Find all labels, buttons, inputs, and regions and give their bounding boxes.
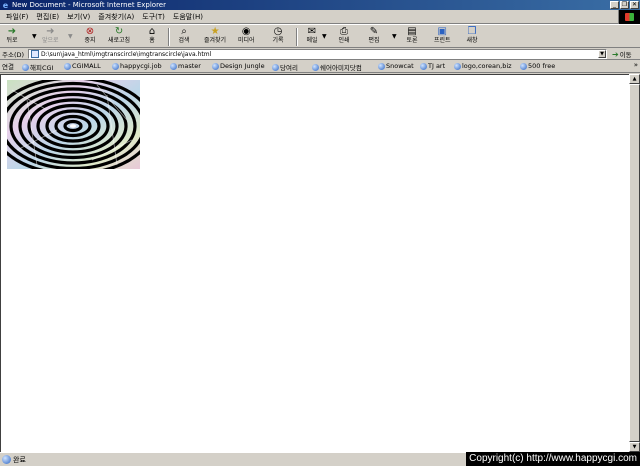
- link-page-icon: [22, 63, 29, 71]
- menu-view[interactable]: 보기(V): [63, 12, 94, 22]
- home-button[interactable]: ⌂ 홈: [146, 26, 158, 48]
- print-icon: ⎙: [340, 26, 348, 37]
- history-icon: ◷: [273, 26, 283, 37]
- search-button[interactable]: ⌕ 검색: [178, 26, 190, 48]
- standard-toolbar: ➜ 뒤로 ▼ ➜ 앞으로 ▼ ⊗ 중지 ↻ 새로고침 ⌂ 홈 ⌕ 검색 ★ 즐겨…: [0, 24, 640, 48]
- go-button[interactable]: ➔ 이동: [612, 49, 632, 60]
- link-page-icon: [378, 62, 385, 70]
- minimize-button[interactable]: _: [610, 1, 619, 9]
- link-item[interactable]: happycgi.job: [112, 62, 162, 70]
- toolbar-separator: [168, 28, 170, 46]
- link-page-icon: [64, 62, 71, 70]
- address-dropdown-icon[interactable]: ▼: [598, 50, 606, 58]
- windows-logo-icon: [618, 10, 640, 24]
- scroll-down-arrow-icon[interactable]: ▼: [629, 442, 640, 452]
- links-bar: 연결 해피CGI CGIMALL happycgi.job master Des…: [0, 60, 640, 73]
- menu-file[interactable]: 파일(F): [2, 12, 32, 22]
- link-page-icon: [272, 63, 279, 71]
- back-arrow-icon: ➜: [7, 26, 17, 37]
- menu-tools[interactable]: 도구(T): [138, 12, 169, 22]
- mail-button[interactable]: ✉ 메일: [306, 26, 318, 48]
- link-page-icon: [212, 62, 219, 70]
- links-chevron-icon[interactable]: »: [634, 61, 638, 69]
- restore-button[interactable]: ❐: [620, 1, 629, 9]
- refresh-icon: ↻: [114, 26, 124, 37]
- go-label: 이동: [619, 51, 632, 59]
- page-icon: [31, 50, 39, 58]
- home-icon: ⌂: [148, 26, 156, 37]
- link-item[interactable]: 당여리: [272, 62, 298, 72]
- address-input[interactable]: D:\sun\java_html\imgtranscircle\imgtrans…: [28, 49, 607, 59]
- link-item[interactable]: 해피CGI: [22, 62, 53, 72]
- link-item[interactable]: CGIMALL: [64, 62, 101, 70]
- menu-bar: 파일(F) 편집(E) 보기(V) 즐겨찾기(A) 도구(T) 도움말(H): [0, 10, 640, 24]
- history-button[interactable]: ◷ 기록: [272, 26, 284, 48]
- link-page-icon: [170, 62, 177, 70]
- new-window-button[interactable]: ❒ 새창: [466, 26, 478, 48]
- toolbar-separator: [296, 28, 298, 46]
- window-controls: _ ❐ ✕: [610, 1, 639, 9]
- media-button[interactable]: ◉ 미디어: [238, 26, 255, 48]
- address-label: 주소(D): [2, 50, 25, 59]
- stop-button[interactable]: ⊗ 중지: [84, 26, 96, 48]
- menu-favorites[interactable]: 즐겨찾기(A): [94, 12, 138, 22]
- new-window-icon: ❒: [467, 26, 477, 37]
- window-title: New Document - Microsoft Internet Explor…: [12, 0, 166, 9]
- vertical-scrollbar[interactable]: ▲ ▼: [629, 74, 640, 452]
- link-item[interactable]: Snowcat: [378, 62, 414, 70]
- copyright-banner: Copyright(c) http://www.happycgi.com: [466, 452, 640, 466]
- forward-arrow-icon: ➜: [46, 26, 55, 37]
- link-item[interactable]: logo,corean,biz: [454, 62, 512, 70]
- link-item[interactable]: 쉐어아미지닷컴: [312, 62, 362, 72]
- address-url[interactable]: D:\sun\java_html\imgtranscircle\imgtrans…: [41, 51, 211, 58]
- scrollbar-thumb[interactable]: [629, 84, 640, 442]
- link-item[interactable]: master: [170, 62, 201, 70]
- link-item[interactable]: 500 free: [520, 62, 555, 70]
- search-icon: ⌕: [181, 26, 187, 37]
- links-label: 연결: [2, 63, 14, 71]
- link-item[interactable]: TJ art: [420, 62, 445, 70]
- go-arrow-icon: ➔: [612, 49, 619, 59]
- printer-icon: ▣: [437, 26, 447, 37]
- favorites-icon: ★: [210, 26, 220, 37]
- refresh-button[interactable]: ↻ 새로고침: [108, 26, 130, 48]
- scroll-up-arrow-icon[interactable]: ▲: [629, 74, 640, 84]
- favorites-button[interactable]: ★ 즐겨찾기: [204, 26, 226, 48]
- link-page-icon: [420, 62, 427, 70]
- link-item[interactable]: Design Jungle: [212, 62, 265, 70]
- address-bar: 주소(D) D:\sun\java_html\imgtranscircle\im…: [0, 48, 640, 60]
- title-bar: e New Document - Microsoft Internet Expl…: [0, 0, 640, 10]
- mail-icon: ✉: [307, 26, 317, 37]
- print-button[interactable]: ⎙ 인쇄: [338, 26, 350, 48]
- link-page-icon: [112, 62, 119, 70]
- status-page-icon: [2, 455, 11, 464]
- edit-icon: ✎: [369, 26, 379, 37]
- forward-button[interactable]: ➜ 앞으로: [42, 26, 59, 48]
- concentric-circle-image: [7, 80, 140, 169]
- discuss-icon: ▤: [407, 26, 417, 37]
- status-text: 완료: [13, 455, 26, 464]
- page-viewport[interactable]: [0, 74, 629, 452]
- menu-edit[interactable]: 편집(E): [32, 12, 63, 22]
- discuss-button[interactable]: ▤ 토론: [406, 26, 418, 48]
- media-icon: ◉: [241, 26, 251, 37]
- edit-button[interactable]: ✎ 편집: [368, 26, 380, 48]
- menu-help[interactable]: 도움말(H): [169, 12, 207, 22]
- back-button[interactable]: ➜ 뒤로: [6, 26, 18, 48]
- close-button[interactable]: ✕: [630, 1, 639, 9]
- link-page-icon: [520, 62, 527, 70]
- printer-button[interactable]: ▣ 프린트: [434, 26, 451, 48]
- link-page-icon: [454, 62, 461, 70]
- stop-icon: ⊗: [85, 26, 95, 37]
- link-page-icon: [312, 63, 319, 71]
- ie-logo-icon: e: [2, 0, 9, 10]
